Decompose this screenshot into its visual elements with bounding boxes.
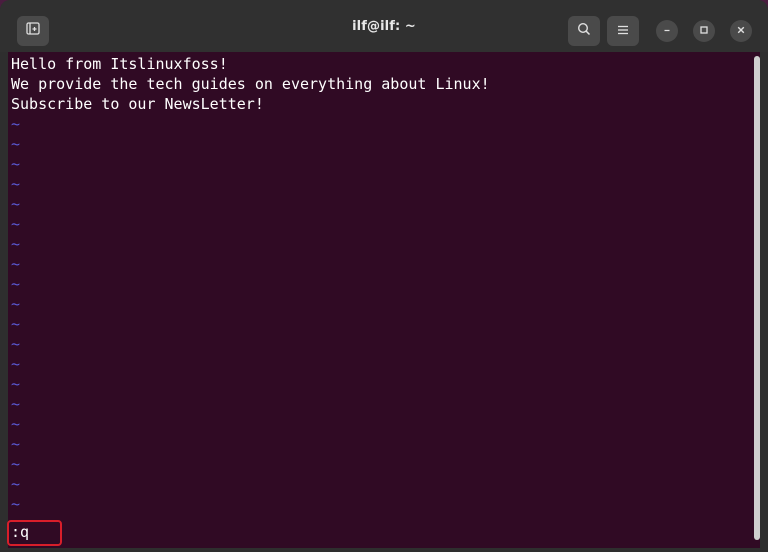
text-line: Subscribe to our NewsLetter!: [11, 95, 264, 113]
empty-line-tilde: ~: [11, 115, 21, 133]
search-icon: [577, 22, 591, 41]
close-icon: [736, 22, 746, 40]
empty-line-tilde: ~: [11, 295, 21, 313]
empty-line-tilde: ~: [11, 455, 21, 473]
scrollbar[interactable]: [754, 56, 760, 540]
minimize-button[interactable]: [656, 20, 678, 42]
command-highlight-box: [7, 520, 62, 546]
hamburger-menu-icon: [617, 22, 629, 40]
menu-button[interactable]: [607, 16, 639, 46]
maximize-button[interactable]: [693, 20, 715, 42]
empty-line-tilde: ~: [11, 195, 21, 213]
title-bar[interactable]: ilf@ilf: ~: [0, 0, 768, 52]
terminal-area[interactable]: Hello from Itslinuxfoss! We provide the …: [8, 52, 760, 548]
empty-line-tilde: ~: [11, 235, 21, 253]
empty-line-tilde: ~: [11, 255, 21, 273]
empty-line-tilde: ~: [11, 375, 21, 393]
close-button[interactable]: [730, 20, 752, 42]
empty-line-tilde: ~: [11, 415, 21, 433]
text-line: Hello from Itslinuxfoss!: [11, 55, 228, 73]
empty-line-tilde: ~: [11, 215, 21, 233]
text-line: We provide the tech guides on everything…: [11, 75, 490, 93]
empty-line-tilde: ~: [11, 275, 21, 293]
search-button[interactable]: [568, 16, 600, 46]
empty-line-tilde: ~: [11, 355, 21, 373]
empty-line-tilde: ~: [11, 175, 21, 193]
empty-line-tilde: ~: [11, 315, 21, 333]
empty-line-tilde: ~: [11, 435, 21, 453]
empty-line-tilde: ~: [11, 135, 21, 153]
empty-line-tilde: ~: [11, 335, 21, 353]
maximize-icon: [699, 22, 709, 40]
terminal-window: ilf@ilf: ~ Hello from Itslinuxfoss! We p…: [0, 0, 768, 552]
minimize-icon: [662, 22, 672, 40]
empty-line-tilde: ~: [11, 475, 21, 493]
empty-line-tilde: ~: [11, 155, 21, 173]
empty-line-tilde: ~: [11, 495, 21, 513]
empty-line-tilde: ~: [11, 395, 21, 413]
window-title: ilf@ilf: ~: [352, 19, 416, 34]
